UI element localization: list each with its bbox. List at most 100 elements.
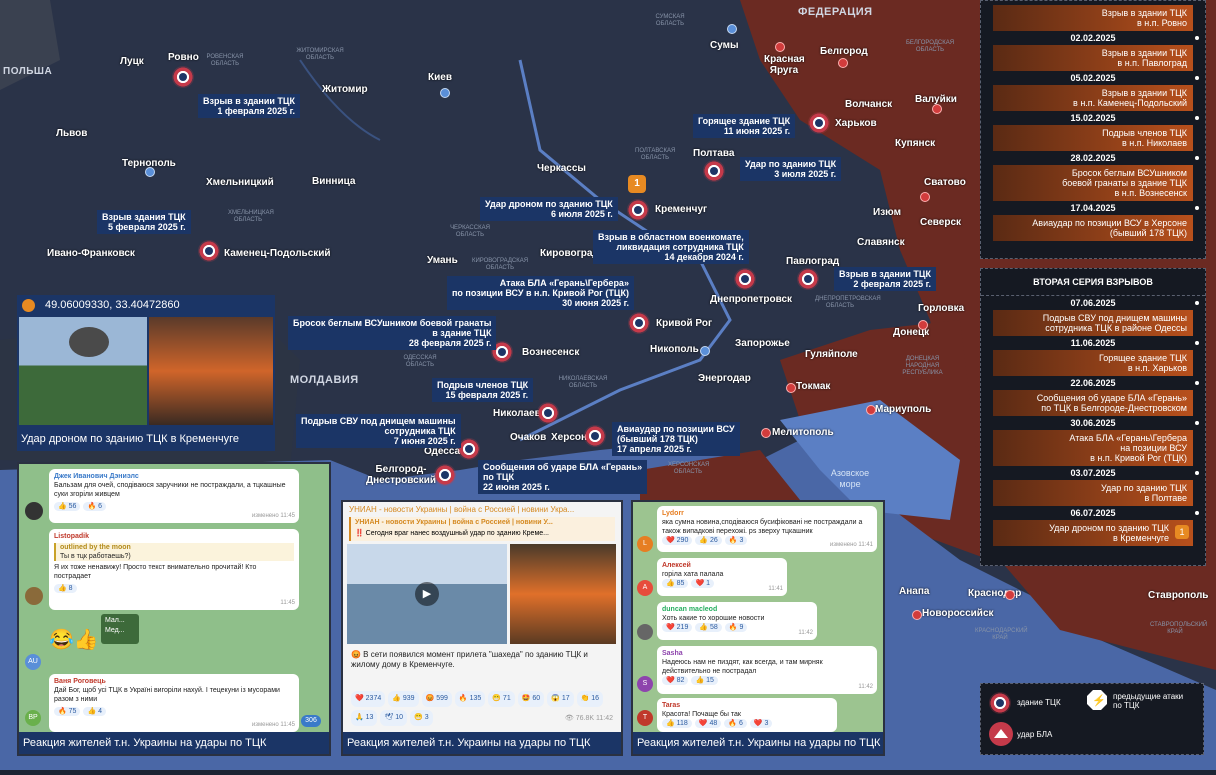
coords: 49.06009330, 33.40472860 — [45, 299, 180, 311]
tck-marker-pavlohrad[interactable] — [797, 268, 819, 290]
timeline-date: 02.02.2025 — [981, 31, 1205, 45]
timeline-date: 22.06.2025 — [981, 376, 1205, 390]
city: Мелитополь — [772, 427, 834, 438]
event-label: Подрыв членов ТЦК 15 февраля 2025 г. — [432, 378, 534, 402]
timeline-event: Подрыв членов ТЦК в н.п. Николаев — [993, 125, 1193, 151]
tck-marker-poltava[interactable] — [703, 160, 725, 182]
video-thumbnail[interactable]: ▶ — [347, 544, 507, 644]
region-khmelnytskyi: ХМЕЛЬНИЦКАЯ ОБЛАСТЬ — [228, 210, 274, 223]
timeline-event: Удар дроном по зданию ТЦК в Кременчуге 1 — [993, 520, 1193, 546]
legend-tck: здание ТЦК — [1017, 698, 1061, 707]
event-label: Удар по зданию ТЦК 3 июля 2025 г. — [740, 157, 842, 181]
chat-screenshot-3: Lydorr яка сумна новина,сподіваюся бусиф… — [631, 500, 885, 756]
timeline-event: Авиаудар по позиции ВСУ в Херсоне (бывший… — [993, 215, 1193, 241]
city: Кривой Рог — [656, 318, 713, 329]
chat-screenshot-1: Джек Иванович Дэниэлс Бальзам для очей, … — [17, 462, 331, 756]
event-label: Взрыв здания ТЦК 5 февраля 2025 г. — [97, 210, 191, 234]
tck-building-icon — [989, 692, 1011, 714]
chat-screenshot-2: УНИАН - новости Украины | война с Россие… — [341, 500, 623, 756]
event-label: Взрыв в здании ТЦК 1 февраля 2025 г. — [198, 94, 300, 118]
region-rivne: РОВЕНСКАЯ ОБЛАСТЬ — [206, 54, 244, 67]
photo-box: 49.06009330, 33.40472860 Удар дроном по … — [17, 295, 275, 451]
legend-drone: удар БЛА — [1017, 730, 1053, 739]
city-dot — [866, 405, 876, 415]
city: Умань — [427, 255, 458, 266]
unread-badge: 306 — [301, 715, 321, 727]
tck-marker-dnipro[interactable] — [734, 268, 756, 290]
city-dot — [1005, 590, 1015, 600]
region-dnipropetrovsk: ДНЕПРОПЕТРОВСКАЯ ОБЛАСТЬ — [815, 296, 881, 309]
city: Токмак — [796, 381, 831, 392]
tck-marker-rivne[interactable] — [172, 66, 194, 88]
tck-marker-kamianets[interactable] — [198, 240, 220, 262]
timeline-date: 28.02.2025 — [981, 151, 1205, 165]
timeline-event: Взрыв в здании ТЦК в н.п. Каменец-Подольс… — [993, 85, 1193, 111]
city: Новороссийск — [922, 608, 994, 619]
timeline-date: 30.06.2025 — [981, 416, 1205, 430]
tck-marker-kherson[interactable] — [584, 425, 606, 447]
pin-icon — [22, 299, 35, 312]
sea-azov: Азовское море — [830, 468, 870, 489]
city-dot — [918, 320, 928, 330]
event-label: Взрыв в здании ТЦК 2 февраля 2025 г. — [834, 267, 936, 291]
avatar: А — [637, 580, 653, 596]
city: Горловка — [918, 303, 965, 314]
timeline-date: 07.06.2025 — [981, 296, 1205, 310]
city-dot — [838, 58, 848, 68]
region-dnr: ДОНЕЦКАЯ НАРОДНАЯ РЕСПУБЛИКА — [902, 356, 943, 376]
timeline-date: 03.07.2025 — [981, 466, 1205, 480]
tck-marker-kremenchuk[interactable] — [627, 199, 649, 221]
timeline-date: 06.07.2025 — [981, 506, 1205, 520]
timeline-date: 11.06.2025 — [981, 336, 1205, 350]
city: Запорожье — [735, 338, 790, 349]
avatar: S — [637, 676, 653, 692]
city: Павлоград — [786, 256, 840, 267]
timeline-date: 05.02.2025 — [981, 71, 1205, 85]
tck-marker-kharkiv[interactable] — [808, 112, 830, 134]
legend: здание ТЦК ⚡ предыдущие атаки по ТЦК уда… — [980, 683, 1204, 755]
avatar: T — [637, 710, 653, 726]
city: Гуляйполе — [805, 349, 858, 360]
region-zhytomyr: ЖИТОМИРСКАЯ ОБЛАСТЬ — [296, 48, 344, 61]
region-kirovohrad: КИРОВОГРАДСКАЯ ОБЛАСТЬ — [471, 258, 529, 271]
city: Мариуполь — [875, 404, 932, 415]
tck-marker-mykolaiv[interactable] — [537, 402, 559, 424]
city: Хмельницкий — [206, 177, 274, 188]
avatar: L — [637, 536, 653, 552]
city: Ставрополь — [1148, 590, 1209, 601]
message: Джек Иванович Дэниэлс Бальзам для очей, … — [49, 469, 299, 523]
tck-marker-odesa[interactable] — [458, 438, 480, 460]
city-dot — [727, 24, 737, 34]
timeline-event: Подрыв СВУ под днищем машины сотрудника Т… — [993, 310, 1193, 336]
message: Listopadik outlined by the moon Ты в тцк… — [49, 529, 299, 610]
city-dot — [912, 610, 922, 620]
city: Энергодар — [698, 373, 751, 384]
city: Сумы — [710, 40, 739, 51]
city: Ивано-Франковск — [47, 248, 135, 259]
city: Белгород-Днестровский — [366, 464, 437, 486]
timeline-event: Взрыв в здании ТЦК в н.п. Ровно — [993, 5, 1193, 31]
region-sumy: СУМСКАЯ ОБЛАСТЬ — [655, 14, 685, 27]
city: Северск — [920, 217, 962, 228]
post-text: 😡 В сети появился момент прилета "шахеда… — [351, 650, 588, 669]
city: Анапа — [899, 586, 930, 597]
country-moldova: МОЛДАВИЯ — [290, 374, 359, 386]
event-label: Горящее здание ТЦК 11 июня 2025 г. — [693, 114, 796, 138]
city: Днепропетровск — [710, 294, 793, 305]
city: Волчанск — [845, 99, 893, 110]
city: Львов — [56, 128, 88, 139]
city: Сватово — [924, 177, 966, 188]
tck-marker-bilhorod[interactable] — [434, 464, 456, 486]
timeline-event: Удар по зданию ТЦК в Полтаве — [993, 480, 1193, 506]
city: Купянск — [895, 138, 936, 149]
play-icon[interactable]: ▶ — [415, 582, 439, 606]
message: Алексей горіла хата палала 👍 85 ❤️ 1 11:4… — [657, 558, 787, 596]
previous-attacks-icon: ⚡ — [1087, 690, 1107, 710]
number-badge: 1 — [628, 175, 646, 193]
region-krasnodar: КРАСНОДАРСКИЙ КРАЙ — [975, 628, 1028, 641]
tck-marker-kryvyi-rih[interactable] — [628, 312, 650, 334]
region-stavropol: СТАВРОПОЛЬСКИЙ КРАЙ — [1150, 622, 1208, 635]
region-cherkasy: ЧЕРКАССКАЯ ОБЛАСТЬ — [450, 225, 490, 238]
views: 👁 76.8K 11:42 — [564, 715, 613, 722]
reply-preview: Мал... Мед... — [101, 614, 139, 644]
